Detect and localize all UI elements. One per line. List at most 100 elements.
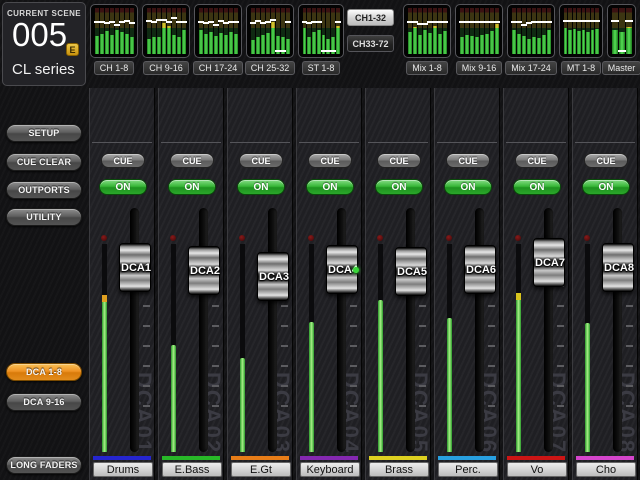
- on-button[interactable]: ON: [306, 179, 354, 195]
- meter-bar: [413, 8, 417, 54]
- clip-indicator: [446, 235, 452, 241]
- on-button[interactable]: ON: [375, 179, 423, 195]
- meter-bar: [115, 8, 119, 54]
- cue-button[interactable]: CUE: [377, 153, 421, 168]
- meter-bar: [547, 8, 551, 54]
- dca-9-16-bank-button[interactable]: DCA 9-16: [6, 393, 82, 411]
- long-faders-button[interactable]: LONG FADERS: [6, 456, 82, 474]
- fader-scale-tick: [419, 385, 426, 387]
- on-button[interactable]: ON: [99, 179, 147, 195]
- layer-button-ch33-72[interactable]: CH33-72: [347, 35, 394, 52]
- meter-bank-mt1-8[interactable]: MT 1-8: [559, 4, 603, 75]
- meter-block: [559, 4, 603, 58]
- meter-bar: [537, 8, 541, 54]
- fader-cap[interactable]: DCA3: [257, 252, 289, 301]
- strip-separator: [368, 142, 428, 143]
- fader-scale-tick: [557, 325, 564, 327]
- level-meter-peak: [102, 295, 107, 302]
- meter-bar: [177, 8, 181, 54]
- fader-track[interactable]: [268, 208, 277, 452]
- channel-name[interactable]: E.Gt: [231, 462, 291, 477]
- meter-bank-ch1-8[interactable]: CH 1-8: [90, 4, 138, 75]
- outports-button[interactable]: OUTPORTS: [6, 181, 82, 199]
- fader-scale-tick: [281, 365, 288, 367]
- fader-cap[interactable]: DCA5: [395, 247, 427, 296]
- meter-bar: [261, 8, 265, 54]
- dca-1-8-bank-button[interactable]: DCA 1-8: [6, 363, 82, 381]
- fader-scale-tick: [143, 305, 150, 307]
- fader-cap[interactable]: DCA7: [533, 238, 565, 287]
- fader-scale-tick: [350, 385, 357, 387]
- on-button[interactable]: ON: [513, 179, 561, 195]
- meter-bar: [542, 8, 546, 54]
- meter-bank-mix9-16[interactable]: Mix 9-16: [455, 4, 503, 75]
- clip-indicator: [101, 235, 107, 241]
- channel-name[interactable]: Brass: [369, 462, 429, 477]
- channel-name[interactable]: Cho: [576, 462, 636, 477]
- meter-bar: [577, 8, 581, 54]
- fader-cap-label: DCA2: [190, 265, 220, 277]
- on-button[interactable]: ON: [444, 179, 492, 195]
- meter-bank-label: CH 9-16: [143, 61, 189, 75]
- meter-bank-label: Master: [602, 61, 640, 75]
- fader-scale-tick: [212, 405, 219, 407]
- utility-button[interactable]: UTILITY: [6, 208, 82, 226]
- meter-bar: [152, 8, 156, 54]
- meter-bar: [595, 8, 599, 54]
- meter-bank-mix17-24[interactable]: Mix 17-24: [507, 4, 555, 75]
- fader-cap[interactable]: DCA6: [464, 245, 496, 294]
- meter-block: [90, 4, 138, 58]
- meter-bank-ch17-24[interactable]: CH 17-24: [194, 4, 242, 75]
- fader-track[interactable]: [406, 208, 415, 452]
- channel-name[interactable]: Drums: [93, 462, 153, 477]
- meter-bank-ch9-16[interactable]: CH 9-16: [142, 4, 190, 75]
- cue-button[interactable]: CUE: [170, 153, 214, 168]
- channel-name[interactable]: E.Bass: [162, 462, 222, 477]
- current-scene-panel[interactable]: CURRENT SCENE 005 E CL series: [2, 2, 86, 86]
- channel-color-bar: [507, 456, 565, 460]
- channel-color-bar: [369, 456, 427, 460]
- fader-cap[interactable]: DCA8: [602, 243, 634, 292]
- fader-scale-tick: [212, 385, 219, 387]
- cue-button[interactable]: CUE: [515, 153, 559, 168]
- meter-bar: [120, 8, 124, 54]
- fader-track[interactable]: [199, 208, 208, 452]
- fader-scale-tick: [281, 345, 288, 347]
- cue-button[interactable]: CUE: [584, 153, 628, 168]
- on-button[interactable]: ON: [237, 179, 285, 195]
- meter-bar: [522, 8, 526, 54]
- setup-button[interactable]: SETUP: [6, 124, 82, 142]
- fader-cap[interactable]: DCA2: [188, 246, 220, 295]
- strip-separator: [437, 142, 497, 143]
- meter-bar: [266, 8, 270, 54]
- meter-bank-ch25-32[interactable]: CH 25-32: [246, 4, 294, 75]
- on-button[interactable]: ON: [168, 179, 216, 195]
- meter-bar: [460, 8, 464, 54]
- fader-scale-tick: [557, 405, 564, 407]
- cue-button[interactable]: CUE: [239, 153, 283, 168]
- fader-scale-tick: [557, 345, 564, 347]
- channel-name[interactable]: Keyboard: [300, 462, 360, 477]
- meter-bar: [105, 8, 109, 54]
- fader-cap[interactable]: DCA4: [326, 245, 358, 294]
- meter-bar: [276, 8, 280, 54]
- meter-bank-mix1-8[interactable]: Mix 1-8: [403, 4, 451, 75]
- cue-button[interactable]: CUE: [101, 153, 145, 168]
- strip-separator: [161, 142, 221, 143]
- clip-indicator: [308, 235, 314, 241]
- cue-button[interactable]: CUE: [308, 153, 352, 168]
- fader-cap-label: DCA1: [121, 262, 151, 274]
- cue-clear-button[interactable]: CUE CLEAR: [6, 153, 82, 171]
- meter-bar: [612, 8, 618, 54]
- fader-cap[interactable]: DCA1: [119, 243, 151, 292]
- meter-bank-master[interactable]: Master: [607, 4, 636, 75]
- fader-scale-tick: [143, 405, 150, 407]
- channel-name[interactable]: Vo: [507, 462, 567, 477]
- mixer-app: CURRENT SCENE 005 E CL series CH 1-8 CH …: [0, 0, 640, 480]
- on-button[interactable]: ON: [582, 179, 630, 195]
- layer-button-ch1-32[interactable]: CH1-32: [347, 9, 394, 26]
- meter-bar: [95, 8, 99, 54]
- cue-button[interactable]: CUE: [446, 153, 490, 168]
- meter-bank-st1-8[interactable]: ST 1-8: [298, 4, 344, 75]
- channel-name[interactable]: Perc.: [438, 462, 498, 477]
